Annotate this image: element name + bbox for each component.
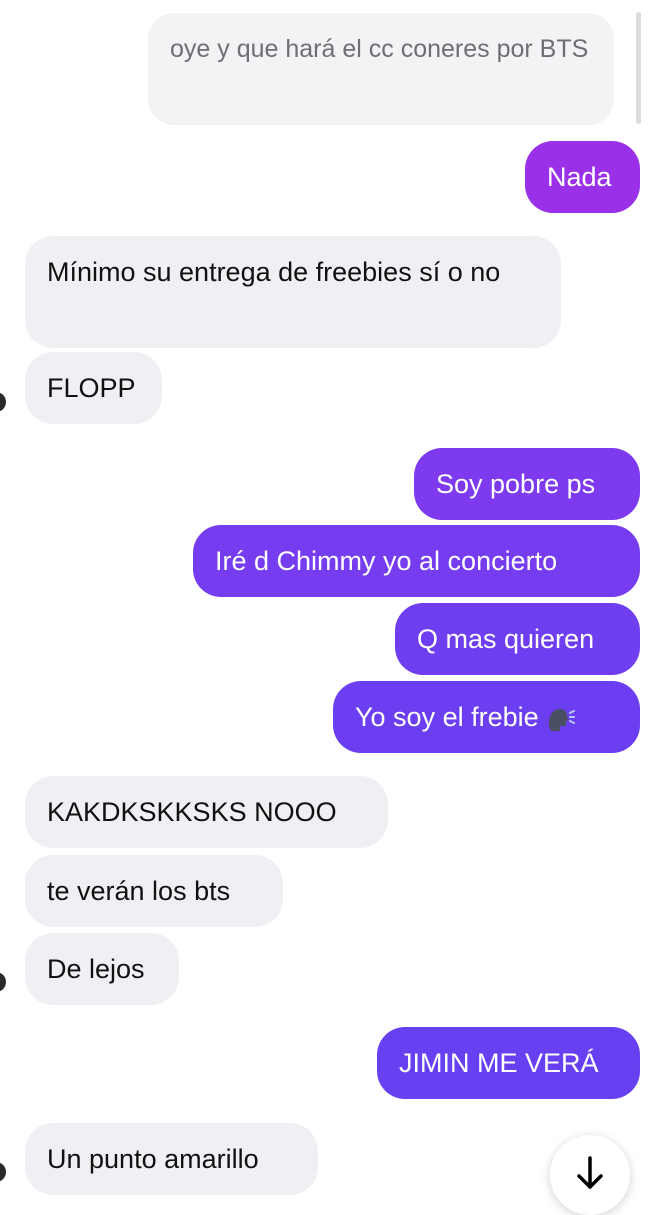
message-bubble-incoming[interactable]: KAKDKSKKSKS NOOO	[25, 776, 388, 848]
arrow-down-icon	[575, 1155, 605, 1196]
message-bubble-incoming[interactable]: Un punto amarillo	[25, 1123, 318, 1195]
message-bubble-outgoing[interactable]: Yo soy el frebie	[333, 681, 640, 753]
message-bubble-incoming[interactable]: FLOPP	[25, 352, 162, 424]
message-bubble-outgoing[interactable]: Q mas quieren	[395, 603, 640, 675]
message-bubble-outgoing[interactable]: Iré d Chimmy yo al concierto	[193, 525, 640, 597]
message-bubble-incoming[interactable]: te verán los bts	[25, 855, 283, 927]
scrollbar[interactable]	[636, 12, 641, 124]
message-bubble-outgoing[interactable]: Soy pobre ps	[414, 448, 640, 520]
message-bubble-incoming[interactable]: Mínimo su entrega de freebies sí o no	[25, 236, 561, 348]
message-bubble-outgoing[interactable]: Nada	[525, 141, 640, 213]
message-bubble-outgoing[interactable]: JIMIN ME VERÁ	[377, 1027, 640, 1099]
avatar[interactable]	[0, 392, 6, 412]
speaking-head-emoji-icon	[545, 704, 575, 734]
scroll-to-bottom-button[interactable]	[550, 1135, 630, 1215]
avatar[interactable]	[0, 1162, 6, 1182]
quoted-message[interactable]: oye y que hará el cc coneres por BTS	[148, 13, 614, 125]
message-bubble-incoming[interactable]: De lejos	[25, 933, 179, 1005]
avatar[interactable]	[0, 972, 6, 992]
message-text: Yo soy el frebie	[355, 702, 539, 732]
